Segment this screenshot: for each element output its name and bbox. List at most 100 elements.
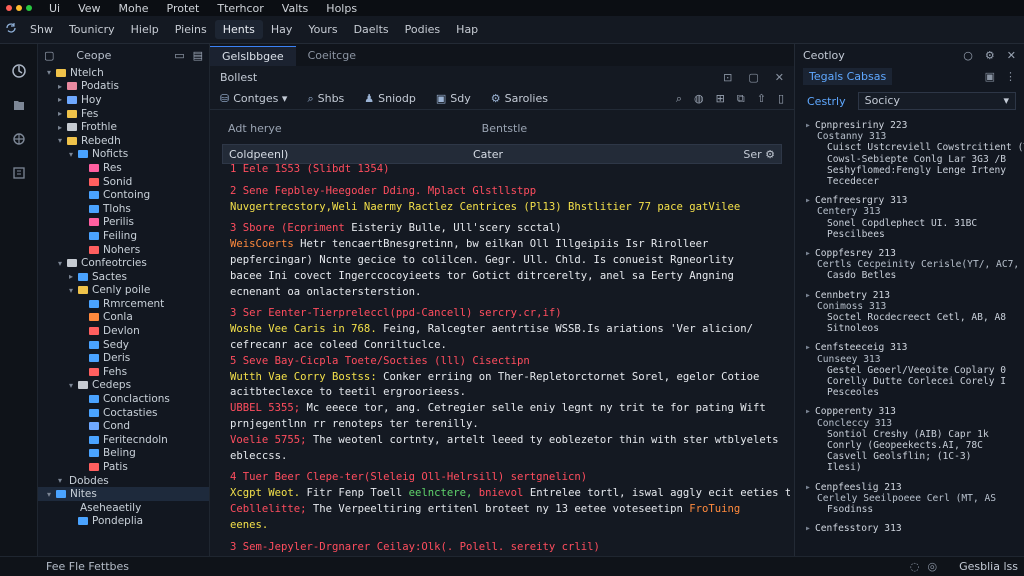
tree-item[interactable]: Perilis xyxy=(38,216,209,230)
chevron-icon[interactable]: ▸ xyxy=(805,248,815,259)
chevron-icon[interactable]: ▸ xyxy=(55,109,65,118)
editor-tool-button[interactable]: ⛁ Contges ▾ xyxy=(220,92,287,106)
tree-item[interactable]: Devlon xyxy=(38,324,209,338)
close-icon[interactable]: ✕ xyxy=(775,71,784,84)
editor-tool-button[interactable]: ⌕ Shbs xyxy=(307,92,344,106)
panel-tab[interactable]: Tegals Cabsas xyxy=(803,67,893,85)
tree-item[interactable]: ▾ Cedeps xyxy=(38,379,209,393)
tree-item[interactable]: ▾ Cenly poile xyxy=(38,284,209,298)
toolbar-item[interactable]: Hap xyxy=(448,20,486,39)
toolbar-item[interactable]: Tounicry xyxy=(61,20,123,39)
panel-group-header[interactable]: ▸ Coppfesrey 213 xyxy=(805,248,1024,259)
chevron-icon[interactable]: ▸ xyxy=(805,195,815,206)
tree-item[interactable]: ▾ Dobdes xyxy=(38,474,209,488)
debug-icon[interactable] xyxy=(0,122,38,156)
menu-item-7[interactable]: Holps xyxy=(317,2,366,15)
layout-icon[interactable]: ▣ xyxy=(985,70,995,83)
menu-item-6[interactable]: Valts xyxy=(273,2,318,15)
filter-select[interactable]: Socicy ▾ xyxy=(857,92,1016,110)
bell-icon[interactable]: ◌ xyxy=(910,560,920,573)
expand-icon[interactable]: ⊞ xyxy=(716,92,725,106)
chevron-icon[interactable]: ▾ xyxy=(44,68,54,77)
circle-icon[interactable]: ○ xyxy=(963,49,973,62)
chevron-icon[interactable]: ▾ xyxy=(66,286,76,295)
tree-item[interactable]: ▾ Ntelch xyxy=(38,66,209,80)
menu-item-4[interactable]: Protet xyxy=(158,2,209,15)
chevron-icon[interactable]: ▾ xyxy=(44,490,54,499)
toolbar-item[interactable]: Hay xyxy=(263,20,301,39)
chevron-icon[interactable]: ▾ xyxy=(55,136,65,145)
comment-icon[interactable]: ◍ xyxy=(694,92,704,106)
chevron-icon[interactable]: ▸ xyxy=(55,95,65,104)
panel-group-header[interactable]: ▸ Copperenty 313 xyxy=(805,406,1024,417)
chevron-icon[interactable]: ▸ xyxy=(55,82,65,91)
toolbar-item[interactable]: Podies xyxy=(397,20,449,39)
chevron-icon[interactable]: ▸ xyxy=(805,406,815,417)
menu-item-1[interactable]: Ui xyxy=(40,2,69,15)
editor-tool-button[interactable]: ▣ Sdy xyxy=(436,92,471,106)
editor-tool-button[interactable]: ⚙ Sarolies xyxy=(491,92,548,106)
toolbar-item[interactable]: Daelts xyxy=(346,20,397,39)
toolbar-item[interactable]: Pieins xyxy=(167,20,215,39)
chevron-icon[interactable]: ▸ xyxy=(805,342,815,353)
tree-item[interactable]: Res xyxy=(38,161,209,175)
code-content[interactable]: 1 Eele 1S53 (Slibdt 1354) 2 Sene Fepbley-… xyxy=(230,162,790,576)
sync-icon[interactable] xyxy=(0,22,22,37)
tree-item[interactable]: Patis xyxy=(38,460,209,474)
chevron-icon[interactable]: ▸ xyxy=(805,120,815,131)
menu-item-5[interactable]: Tterhcor xyxy=(208,2,272,15)
menu-item-2[interactable]: Vew xyxy=(69,2,109,15)
toolbar-item[interactable]: Yours xyxy=(300,20,345,39)
chevron-icon[interactable]: ▾ xyxy=(66,381,76,390)
tree-item[interactable]: Fehs xyxy=(38,365,209,379)
menu-item-3[interactable]: Mohe xyxy=(110,2,158,15)
panel-group-header[interactable]: ▸ Cenfreesrgry 313 xyxy=(805,195,1024,206)
panel-group-header[interactable]: ▸ Cenfsteeceig 313 xyxy=(805,342,1024,353)
chevron-icon[interactable]: ▸ xyxy=(805,523,815,534)
tree-item[interactable]: Nohers xyxy=(38,243,209,257)
status-left-text[interactable]: Fee Fle Fettbes xyxy=(46,560,129,573)
tree-item[interactable]: ▾ Noficts xyxy=(38,148,209,162)
panel-group-header[interactable]: ▸ Cennbetry 213 xyxy=(805,290,1024,301)
tree-item[interactable]: ▸ Fes xyxy=(38,107,209,121)
link-icon[interactable]: ⧉ xyxy=(737,92,745,106)
tab-active[interactable]: Gelslbbgee xyxy=(210,46,296,66)
minimize-window-button[interactable] xyxy=(16,5,22,11)
tree-item[interactable]: Feritecndoln xyxy=(38,433,209,447)
tree-item[interactable]: ▾ Rebedh xyxy=(38,134,209,148)
tab-secondary[interactable]: Coeitcge xyxy=(296,46,368,66)
sidebar-icon[interactable]: ▢ xyxy=(44,49,54,62)
chevron-icon[interactable]: ▸ xyxy=(805,482,815,493)
panel-group-header[interactable]: ▸ Cenpfeeslig 213 xyxy=(805,482,1024,493)
tree-item[interactable]: Feiling xyxy=(38,229,209,243)
tree-item[interactable]: ▾ Nites xyxy=(38,487,209,501)
tree-item[interactable]: Sedy xyxy=(38,338,209,352)
collapse-icon[interactable]: ▤ xyxy=(193,49,203,62)
sync-status-icon[interactable]: ◎ xyxy=(928,560,938,573)
tree-item[interactable]: ▾ Confeotrcies xyxy=(38,256,209,270)
selector-field[interactable]: Coldpeenl) Cater Ser ⚙ xyxy=(222,144,782,164)
close-window-button[interactable] xyxy=(6,5,12,11)
editor-tool-button[interactable]: ♟ Sniodp xyxy=(364,92,416,106)
tree-item[interactable]: Beling xyxy=(38,447,209,461)
chevron-icon[interactable]: ▾ xyxy=(66,150,76,159)
chevron-icon[interactable]: ▾ xyxy=(55,476,65,485)
tree-item[interactable]: Conla xyxy=(38,311,209,325)
more-icon[interactable]: ▢ xyxy=(748,71,758,84)
panel-group-header[interactable]: ▸ Cpnpresiriny 223 xyxy=(805,120,1024,131)
doc-icon[interactable]: ▯ xyxy=(778,92,784,106)
tree-item[interactable]: Aseheaetily xyxy=(38,501,209,515)
upload-icon[interactable]: ⇧ xyxy=(757,92,766,106)
chevron-icon[interactable]: ▸ xyxy=(55,123,65,132)
chevron-icon[interactable]: ▾ xyxy=(55,259,65,268)
tree-item[interactable]: Contoing xyxy=(38,188,209,202)
status-badge[interactable]: Gesblia lss xyxy=(959,560,1018,573)
explorer-icon[interactable] xyxy=(0,54,38,88)
panel-group-header[interactable]: ▸ Cenfesstory 313 xyxy=(805,523,1024,534)
toolbar-item[interactable]: Hielp xyxy=(123,20,167,39)
tree-item[interactable]: Conclactions xyxy=(38,392,209,406)
tree-item[interactable]: Deris xyxy=(38,351,209,365)
tree-item[interactable]: Coctasties xyxy=(38,406,209,420)
chevron-icon[interactable]: ▸ xyxy=(805,290,815,301)
filter-icon[interactable]: ⌕ xyxy=(676,92,682,106)
